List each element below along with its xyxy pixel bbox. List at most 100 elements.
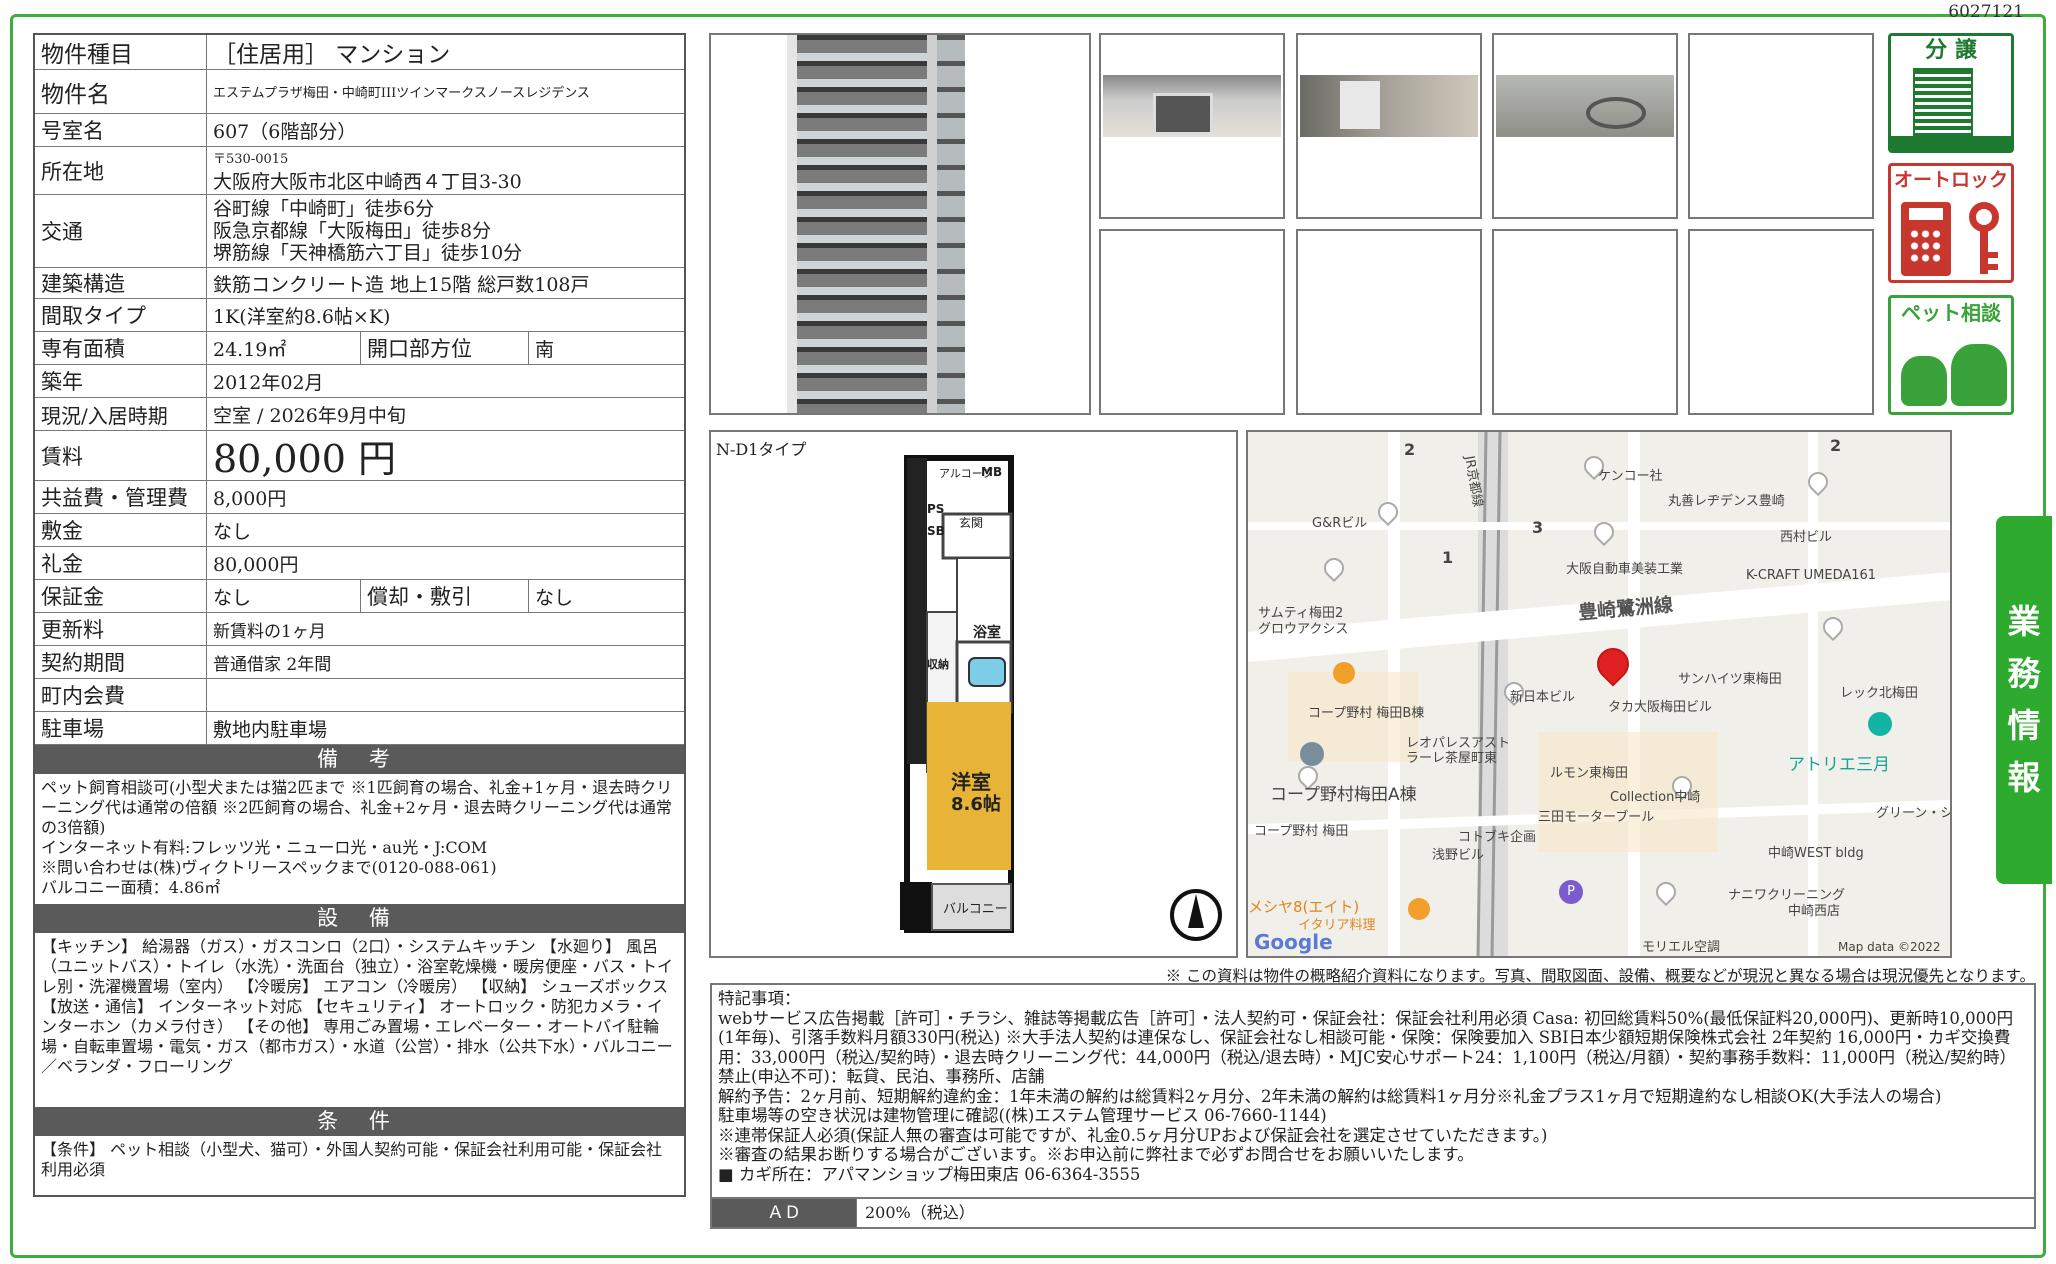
map-label: ルモン東梅田 [1550, 766, 1629, 781]
thumb-empty [1688, 229, 1874, 415]
direction-value: 南 [535, 338, 555, 361]
parking-value: 敷地内駐車場 [213, 718, 328, 741]
town-value [207, 679, 684, 711]
map-label: G&Rビル [1312, 516, 1368, 531]
direction-label: 開口部方位 [361, 332, 529, 364]
special-line: ■ カギ所在：アパマンショップ梅田東店 06-6364-3555 [718, 1164, 1141, 1184]
fp-storage: 収納 [927, 658, 949, 671]
special-notes-body: 特記事項： webサービス広告掲載［許可］・チラシ、雑誌等掲載広告［許可］・法人… [712, 985, 2034, 1190]
row-structure: 建築構造 鉄筋コンクリート造 地上15階 総戸数108戸 [35, 268, 684, 299]
map-label: 中崎西店 [1788, 904, 1841, 919]
special-line: 特記事項： [718, 989, 801, 1008]
guarantee-value: なし [207, 580, 361, 612]
conditions-header: 条 件 [35, 1107, 684, 1136]
structure-value: 鉄筋コンクリート造 地上15階 総戸数108戸 [213, 273, 590, 296]
map-label: コトブキ企画 [1458, 830, 1537, 845]
thumb-bicycle-parking [1492, 33, 1678, 219]
remarks-line: バルコニー面積：4.86㎡ [41, 878, 221, 897]
remarks-line: ※問い合わせは(株)ヴィクトリースペックまで(0120-088-061) [41, 858, 497, 877]
autolock-badge-label: オートロック [1893, 169, 2008, 191]
ad-label: ＡＤ [712, 1199, 856, 1227]
map-label: 新日本ビル [1510, 690, 1576, 705]
row-layout: 間取タイプ 1K(洋室約8.6帖×K) [35, 299, 684, 332]
map-label: タカ大阪梅田ビル [1608, 700, 1713, 715]
parking-map-icon: P [1559, 880, 1583, 904]
thumb-empty [1296, 229, 1482, 415]
room-label: 号室名 [35, 114, 207, 146]
transport-line: 堺筋線「天神橋筋六丁目」徒歩10分 [213, 242, 523, 264]
sale-badge: 分 譲 [1888, 33, 2014, 153]
map-label: コープ野村 梅田B棟 [1308, 706, 1425, 721]
building-icon [1913, 68, 1973, 146]
map-block-number: 2 [1404, 440, 1416, 459]
keypad-icon [1901, 202, 1951, 276]
structure-label: 建築構造 [35, 268, 207, 298]
term-label: 契約期間 [35, 646, 207, 678]
special-line: webサービス広告掲載［許可］・チラシ、雑誌等掲載広告［許可］・法人契約可・保証… [718, 1008, 2017, 1067]
floorplan-panel: N-D1タイプ アルコーブ MB PS SB 玄関 浴室 収納 洋室 8.6帖 … [709, 430, 1238, 958]
fp-bath: 浴室 [973, 625, 1001, 641]
row-deposit: 敷金 なし [35, 514, 684, 547]
remarks-line: インターネット有料:フレッツ光・ニューロ光・au光・J:COM [41, 838, 488, 857]
fp-ps: PS [927, 502, 945, 516]
map-label: 西村ビル [1780, 530, 1833, 545]
autolock-badge: オートロック [1888, 163, 2014, 283]
row-built: 築年 2012年02月 [35, 365, 684, 398]
special-line: 解約予告：2ヶ月前、短期解約違約金：1年未満の解約は総賃料2ヶ月分、2年未満の解… [718, 1086, 1942, 1106]
tab-char: 務 [2007, 654, 2041, 693]
row-area: 専有面積 24.19㎡ 開口部方位 南 [35, 332, 684, 365]
building-photo [709, 33, 1091, 415]
map-label: サンハイツ東梅田 [1678, 672, 1782, 687]
map-block-number: 2 [1830, 436, 1842, 455]
fp-entrance: 玄関 [959, 516, 984, 530]
dog-icon [1951, 344, 2007, 406]
row-transport: 交通 谷町線「中崎町」徒歩6分 阪急京都線「大阪梅田」徒歩8分 堺筋線「天神橋筋… [35, 195, 684, 268]
special-line: 駐車場等の空き状況は建物管理に確認((株)エステム管理サービス 06-7660-… [718, 1106, 1327, 1125]
row-renewal: 更新料 新賃料の1ヶ月 [35, 613, 684, 646]
business-info-tab[interactable]: 業 務 情 報 [1996, 516, 2052, 884]
fp-mb: MB [981, 465, 1003, 479]
row-status: 現況/入居時期 空室 / 2026年9月中旬 [35, 398, 684, 431]
remarks-line: ペット飼育相談可(小型犬または猫2匹まで ※1匹飼育の場合、礼金+1ヶ月・退去時… [41, 778, 673, 837]
map-label: モリエル空調 [1642, 940, 1721, 955]
map-label: 大阪自動車美装工業 [1566, 562, 1684, 577]
parking-label: 駐車場 [35, 712, 207, 744]
key-icon [1965, 202, 2003, 276]
sale-badge-label: 分 譲 [1925, 38, 1977, 63]
row-room: 号室名 607（6階部分） [35, 114, 684, 147]
address-text: 大阪府大阪市北区中崎西４丁目3-30 [213, 170, 522, 193]
built-value: 2012年02月 [213, 371, 324, 394]
map-attribution: Map data ©2022 [1838, 940, 1941, 954]
built-label: 築年 [35, 365, 207, 397]
town-label: 町内会費 [35, 679, 207, 711]
restaurant-map-icon [1333, 662, 1355, 684]
ad-row: ＡＤ 200%（税込） [712, 1197, 2034, 1227]
postal-code: 〒530-0015 [213, 151, 289, 167]
type-value: ［住居用］ マンション [213, 42, 451, 68]
map-poi-icon [1868, 712, 1892, 736]
transport-line: 阪急京都線「大阪梅田」徒歩8分 [213, 220, 492, 242]
map-poi-icon [1300, 742, 1324, 766]
layout-value: 1K(洋室約8.6帖×K) [213, 305, 391, 328]
amort-label: 償却・敷引 [361, 580, 529, 612]
google-logo: Google [1254, 930, 1333, 954]
renewal-label: 更新料 [35, 613, 207, 645]
special-line: ※連帯保証人必須(保証人無の審査は可能ですが、礼金0.5ヶ月分UPおよび保証会社… [718, 1125, 1548, 1145]
equipment-header: 設 備 [35, 904, 684, 933]
renewal-value: 新賃料の1ヶ月 [213, 621, 326, 642]
map-label: コープ野村梅田A棟 [1270, 785, 1417, 805]
transport-value: 谷町線「中崎町」徒歩6分 阪急京都線「大阪梅田」徒歩8分 堺筋線「天神橋筋六丁目… [207, 195, 684, 267]
layout-label: 間取タイプ [35, 299, 207, 331]
row-town: 町内会費 [35, 679, 684, 712]
fp-sb: SB [927, 524, 945, 538]
map-label: 浅野ビル [1432, 848, 1485, 863]
tab-char: 情 [2007, 706, 2041, 745]
thumb-lobby [1296, 33, 1482, 219]
row-term: 契約期間 普通借家 2年間 [35, 646, 684, 679]
rent-label: 賃料 [35, 431, 207, 480]
thumb-empty [1492, 229, 1678, 415]
row-key-money: 礼金 80,000円 [35, 547, 684, 580]
map-label: ラーレ茶屋町東 [1406, 751, 1498, 766]
room-value: 607（6階部分） [213, 120, 357, 143]
deposit-value: なし [213, 520, 252, 543]
